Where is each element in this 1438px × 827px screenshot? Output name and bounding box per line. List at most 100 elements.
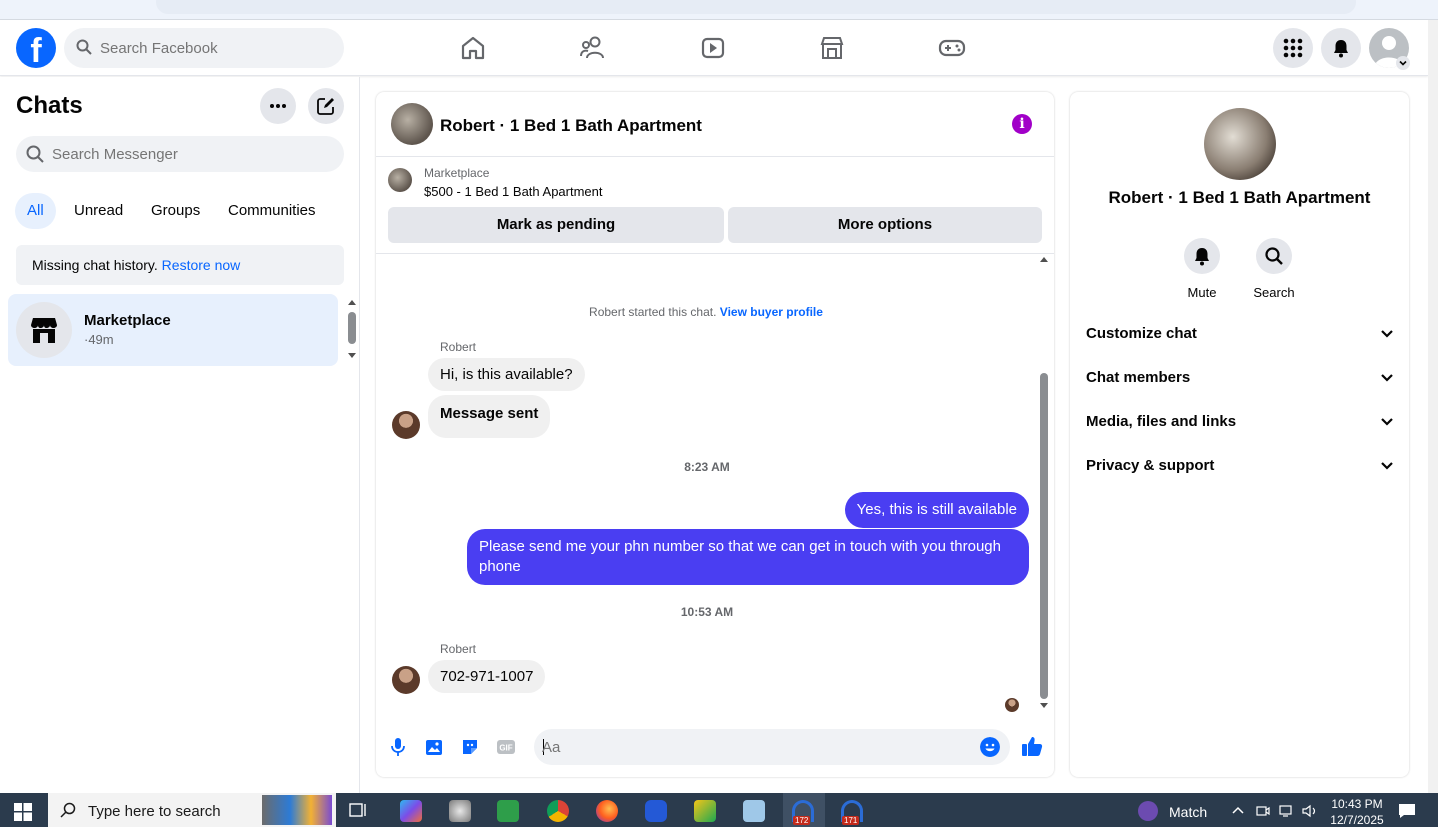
photo-icon[interactable] (424, 737, 444, 757)
read-receipt-avatar (1005, 698, 1019, 712)
filter-groups[interactable]: Groups (139, 193, 212, 229)
notifications-icon[interactable] (1321, 28, 1361, 68)
customize-chat-section[interactable]: Customize chat (1086, 318, 1394, 350)
chevron-up-icon[interactable] (1231, 805, 1245, 815)
filter-unread[interactable]: Unread (62, 193, 135, 229)
windows-taskbar: Type here to search 172 171 Match 10:43 … (0, 793, 1438, 827)
windows-start-icon[interactable] (14, 803, 32, 821)
firefox-icon[interactable] (596, 800, 618, 822)
outgoing-message[interactable]: Please send me your phn number so that w… (467, 529, 1029, 585)
search-icon (26, 145, 44, 163)
task-view-icon[interactable] (349, 802, 369, 820)
conversation-header: Robert · 1 Bed 1 Bath Apartment i (376, 92, 1054, 157)
sender-name: Robert (440, 340, 477, 354)
sender-name: Robert (440, 642, 477, 656)
chat-members-section[interactable]: Chat members (1086, 362, 1394, 394)
page-scrollbar[interactable] (1428, 20, 1438, 793)
thumbs-up-icon[interactable] (1021, 735, 1043, 757)
gif-icon[interactable]: GIF (496, 737, 516, 757)
facebook-logo-icon[interactable]: f (16, 28, 56, 68)
address-bar[interactable] (156, 0, 1356, 14)
video-icon[interactable] (695, 30, 731, 66)
listing-title[interactable]: $500 - 1 Bed 1 Bath Apartment (424, 184, 603, 199)
filter-communities[interactable]: Communities (216, 193, 328, 229)
clock-date: 12/7/2025 (1330, 813, 1384, 827)
network-icon[interactable] (1279, 804, 1295, 818)
search-icon (76, 39, 92, 55)
message-input-wrapper[interactable] (534, 729, 1010, 765)
sender-avatar[interactable] (392, 666, 420, 694)
chevron-down-icon[interactable] (1396, 56, 1410, 70)
profile-avatar[interactable] (1204, 108, 1276, 180)
shield-icon[interactable] (645, 800, 667, 822)
scroll-up-arrow-icon[interactable] (347, 298, 357, 306)
incoming-message[interactable]: Message sent (428, 395, 551, 438)
section-label: Privacy & support (1086, 457, 1215, 474)
mute-button[interactable]: Mute (1172, 238, 1232, 300)
scrollbar-thumb[interactable] (348, 312, 356, 344)
chrome-icon[interactable] (547, 800, 569, 822)
sender-avatar[interactable] (392, 411, 420, 439)
conversation-avatar[interactable] (391, 103, 433, 145)
marketplace-icon[interactable] (814, 30, 850, 66)
notification-center-icon[interactable] (1398, 803, 1416, 819)
paint-icon[interactable] (449, 800, 471, 822)
emoji-icon[interactable] (980, 737, 1000, 757)
gaming-icon[interactable] (934, 30, 970, 66)
bell-icon (1195, 248, 1209, 266)
sticker-icon[interactable] (460, 737, 480, 757)
chevron-down-icon (1381, 330, 1393, 338)
mark-as-pending-button[interactable]: Mark as pending (388, 207, 724, 243)
message-input[interactable] (542, 729, 962, 765)
notes-icon[interactable] (743, 800, 765, 822)
meet-now-icon[interactable] (1256, 804, 1270, 818)
scroll-down-arrow-icon[interactable] (347, 352, 357, 360)
incoming-message[interactable]: Hi, is this available? (428, 358, 585, 391)
volume-icon[interactable] (1302, 804, 1318, 818)
notepad-icon[interactable] (497, 800, 519, 822)
message-composer: GIF (376, 725, 1054, 769)
messenger-search-input[interactable] (52, 136, 332, 172)
match-icon[interactable] (1138, 801, 1158, 821)
chevron-down-icon (1381, 418, 1393, 426)
x-app-icon[interactable] (694, 800, 716, 822)
chat-list-item[interactable]: Marketplace ·49m (8, 294, 338, 366)
home-icon[interactable] (455, 30, 491, 66)
match-label[interactable]: Match (1169, 804, 1207, 820)
menu-grid-icon[interactable] (1273, 28, 1313, 68)
facebook-search[interactable] (64, 28, 344, 68)
filter-all[interactable]: All (15, 193, 56, 229)
search-icon (1265, 247, 1283, 265)
incoming-message[interactable]: 702-971-1007 (428, 660, 546, 693)
missing-history-notice: Missing chat history. Restore now (16, 245, 344, 285)
chevron-down-icon (1381, 374, 1393, 382)
view-buyer-profile-link[interactable]: View buyer profile (720, 305, 823, 319)
scroll-up-arrow-icon[interactable] (1039, 255, 1049, 263)
taskbar-search-text: Type here to search (88, 803, 221, 820)
outgoing-message[interactable]: Yes, this is still available (844, 492, 1029, 528)
conversation-panel: Robert · 1 Bed 1 Bath Apartment i Market… (376, 92, 1054, 777)
restore-now-link[interactable]: Restore now (162, 257, 241, 273)
conversation-title[interactable]: Robert · 1 Bed 1 Bath Apartment (440, 116, 702, 136)
microphone-icon[interactable] (388, 737, 408, 757)
search-label: Search (1253, 285, 1295, 300)
scrollbar-thumb[interactable] (1040, 373, 1048, 699)
section-label: Customize chat (1086, 325, 1197, 342)
friends-icon[interactable] (575, 30, 611, 66)
messenger-search[interactable] (16, 136, 344, 172)
scroll-down-arrow-icon[interactable] (1039, 702, 1049, 710)
facebook-header: f (0, 20, 1428, 76)
more-options-button[interactable] (260, 88, 296, 124)
info-icon[interactable]: i (1012, 114, 1032, 134)
privacy-support-section[interactable]: Privacy & support (1086, 450, 1394, 482)
new-message-button[interactable] (308, 88, 344, 124)
taskbar-search[interactable]: Type here to search (48, 793, 336, 827)
chats-title: Chats (16, 92, 83, 119)
search-conversation-button[interactable]: Search (1244, 238, 1304, 300)
more-options-button[interactable]: More options (728, 207, 1042, 243)
listing-thumbnail[interactable] (388, 168, 412, 192)
copilot-icon[interactable] (400, 800, 422, 822)
facebook-search-input[interactable] (100, 28, 330, 68)
taskbar-clock[interactable]: 10:43 PM 12/7/2025 (1324, 796, 1390, 827)
media-files-links-section[interactable]: Media, files and links (1086, 406, 1394, 438)
